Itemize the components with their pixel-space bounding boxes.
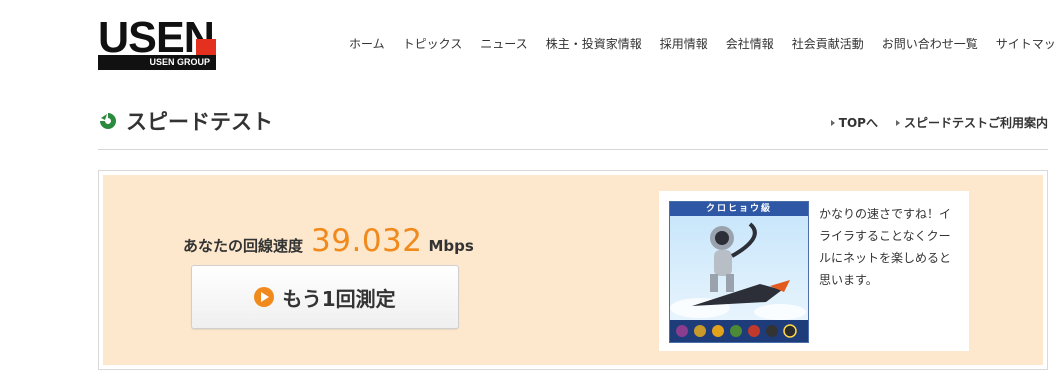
rank-badge: クロヒョウ級 [669,201,809,343]
nav-ir[interactable]: 株主・投資家情報 [546,35,642,52]
guide-link[interactable]: スピードテストご利用案内 [895,114,1048,131]
speed-test-icon [100,113,116,129]
speed-value: 39.032 [311,223,423,259]
rank-box: クロヒョウ級 かなりの速さですね！イライラすることなくクールにネットを楽しめると… [659,191,969,351]
page-title-text: スピードテスト [126,110,273,134]
panther-rocket-illustration [670,222,806,320]
arrow-right-icon [830,119,835,126]
top-link[interactable]: TOPへ [830,114,878,131]
top-link-label: TOPへ [838,116,878,130]
usen-logo[interactable]: USEN USEN GROUP [98,16,216,70]
nav-sitemap[interactable]: サイトマップ [996,35,1054,52]
nav-csr[interactable]: 社会貢献活動 [792,35,864,52]
logo-red-block [196,39,216,55]
rank-illustration [670,216,808,320]
result-panel-inner: あなたの回線速度 39.032 Mbps もう1回測定 クロヒョウ級 かなりの速… [103,175,1043,365]
nav-recruit[interactable]: 採用情報 [660,35,708,52]
speed-label: あなたの回線速度 [183,237,304,255]
nav-home[interactable]: ホーム [349,35,385,52]
page-title: スピードテスト [98,106,273,136]
nav-news[interactable]: ニュース [480,35,527,52]
retest-button[interactable]: もう1回測定 [191,265,459,329]
title-divider [98,149,1048,150]
result-panel: あなたの回線速度 39.032 Mbps もう1回測定 クロヒョウ級 かなりの速… [98,170,1048,370]
rank-scale [670,320,808,342]
rank-scale-icons [676,324,797,338]
arrow-right-icon [895,119,900,126]
nav-topics[interactable]: トピックス [403,35,463,52]
rank-title: クロヒョウ級 [670,202,808,216]
nav-contact[interactable]: お問い合わせ一覧 [882,35,978,52]
play-icon [254,287,275,307]
guide-link-label: スピードテストご利用案内 [903,116,1048,130]
global-nav: ホーム トピックス ニュース 株主・投資家情報 採用情報 会社情報 社会貢献活動… [340,35,1054,52]
speed-unit: Mbps [428,237,474,255]
page-links: TOPへ スピードテストご利用案内 [813,114,1048,131]
retest-label: もう1回測定 [282,286,396,311]
logo-group-bar: USEN GROUP [98,55,216,70]
speed-readout: あなたの回線速度 39.032 Mbps [183,223,474,259]
nav-company[interactable]: 会社情報 [726,35,774,52]
rank-comment: かなりの速さですね！イライラすることなくクールにネットを楽しめると思います。 [819,207,952,287]
